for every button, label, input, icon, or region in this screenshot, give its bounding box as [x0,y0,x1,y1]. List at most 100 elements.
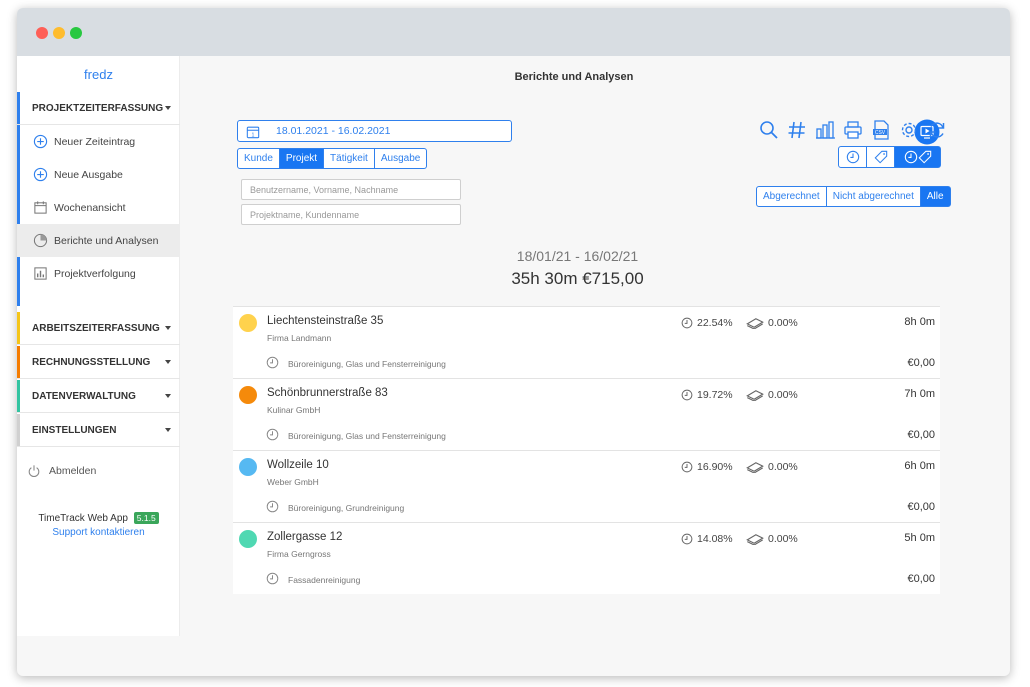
project-name: Schönbrunnerstraße 83 [267,387,388,399]
bar-chart-icon [34,267,47,280]
section-arbeitszeiterfassung: ARBEITSZEITERFASSUNG [17,312,180,345]
list-item[interactable]: Liechtensteinstraße 35 Firma Landmann Bü… [233,306,940,378]
caret-down-icon [165,106,171,110]
section-header-rechnungsstellung[interactable]: RECHNUNGSSTELLUNG [17,346,180,379]
hours-total: 7h 0m [904,388,935,400]
clock-icon [681,389,693,401]
tab-kunde[interactable]: Kunde [237,148,280,169]
sidebar-item-label: Neue Ausgabe [54,168,123,181]
username[interactable]: fredz [17,67,180,82]
section-header-einstellungen[interactable]: EINSTELLUNGEN [17,414,180,447]
tab-ausgabe[interactable]: Ausgabe [373,148,428,169]
sidebar-item-berichte-und-analysen[interactable]: Berichte und Analysen [17,224,180,257]
support-link[interactable]: Support kontaktieren [17,527,180,538]
time-mode-button[interactable] [838,146,867,168]
clock-icon [681,461,693,473]
clock-icon [681,317,693,329]
project-filter-input[interactable]: Projektname, Kundenname [241,204,461,225]
svg-text:CSV: CSV [875,130,886,136]
hours-total: 8h 0m [904,316,935,328]
time-and-price-mode-button[interactable] [894,146,941,168]
section-projektzeiterfassung: PROJEKTZEITERFASSUNG Neuer Zeiteintrag N… [17,92,180,306]
section-header-arbeitszeiterfassung[interactable]: ARBEITSZEITERFASSUNG [17,312,180,345]
search-icon[interactable] [755,119,783,141]
maximize-window-button[interactable] [70,27,82,39]
project-name: Wollzeile 10 [267,459,329,471]
section-rechnungsstellung: RECHNUNGSSTELLUNG [17,346,180,379]
date-range-picker[interactable]: 1 18.01.2021 - 16.02.2021 [237,120,512,142]
section-datenverwaltung: DATENVERWALTUNG [17,380,180,413]
money-percentage: 0.00% [746,533,798,545]
calendar-icon [34,201,47,214]
tab-alle[interactable]: Alle [919,186,951,207]
caret-down-icon [165,360,171,364]
money-icon [746,462,764,473]
tab-nicht-abgerechnet[interactable]: Nicht abgerechnet [825,186,921,207]
tag-icon [874,150,887,164]
app-version: TimeTrack Web App 5.1.5 [17,512,180,524]
sidebar-item-label: Neuer Zeiteintrag [54,135,136,148]
list-item[interactable]: Zollergasse 12 Firma Gerngross Fassadenr… [233,522,940,594]
clock-icon [266,572,279,585]
amount-total: €0,00 [907,429,935,441]
sidebar-item-label: Wochenansicht [54,201,126,214]
billing-filter-tabs: Abgerechnet Nicht abgerechnet Alle [756,186,951,207]
customer-name: Firma Landmann [267,333,332,343]
list-item[interactable]: Wollzeile 10 Weber GmbH Büroreinigung, G… [233,450,940,522]
version-badge: 5.1.5 [133,512,159,524]
clock-icon [266,428,279,441]
tab-projekt[interactable]: Projekt [278,148,325,169]
toolbar: CSV [755,119,951,141]
title-bar [17,8,1010,56]
project-name: Zollergasse 12 [267,531,343,543]
activity-list: Büroreinigung, Grundreinigung [288,503,405,513]
main-content: Berichte und Analysen 1 18.01.2021 - 16.… [181,56,1010,636]
caret-down-icon [165,326,171,330]
hash-icon[interactable] [783,119,811,141]
money-icon [746,534,764,545]
customer-name: Firma Gerngross [267,549,331,559]
plus-circle-icon [33,134,48,149]
sidebar-item-wochenansicht[interactable]: Wochenansicht [17,191,180,224]
logout-button[interactable]: Abmelden [27,464,96,478]
price-mode-button[interactable] [866,146,895,168]
activity-list: Büroreinigung, Glas und Fensterreinigung [288,431,446,441]
user-filter-input[interactable]: Benutzername, Vorname, Nachname [241,179,461,200]
tab-abgerechnet[interactable]: Abgerechnet [756,186,827,207]
activity-list: Fassadenreinigung [288,575,361,585]
money-percentage: 0.00% [746,389,798,401]
group-by-tabs: Kunde Projekt Tätigkeit Ausgabe [237,148,428,169]
clock-icon [681,533,693,545]
customer-name: Kulinar GmbH [267,405,321,415]
app-window: fredz PROJEKTZEITERFASSUNG Neuer Zeitein… [17,8,1010,676]
value-mode-toggle [838,146,941,168]
csv-icon[interactable]: CSV [867,119,895,141]
clock-icon [846,150,859,164]
calendar-icon: 1 [246,126,260,138]
summary-date-range: 18/01/21 - 16/02/21 [516,248,639,264]
project-color-dot [239,314,257,332]
minimize-window-button[interactable] [53,27,65,39]
list-item[interactable]: Schönbrunnerstraße 83 Kulinar GmbH Büror… [233,378,940,450]
gear-icon[interactable] [895,119,923,141]
section-header-projektzeiterfassung[interactable]: PROJEKTZEITERFASSUNG [17,92,180,125]
section-einstellungen: EINSTELLUNGEN [17,414,180,447]
clock-icon [266,500,279,513]
section-header-datenverwaltung[interactable]: DATENVERWALTUNG [17,380,180,413]
report-list: Liechtensteinstraße 35 Firma Landmann Bü… [233,306,940,594]
time-percentage: 19.72% [681,389,733,401]
plus-circle-icon [33,167,48,182]
sidebar-item-neue-ausgabe[interactable]: Neue Ausgabe [17,158,180,191]
money-icon [746,318,764,329]
bar-chart-icon[interactable] [811,119,839,141]
time-percentage: 16.90% [681,461,733,473]
power-icon [28,465,40,478]
print-icon[interactable] [839,119,867,141]
sidebar-item-neuer-zeiteintrag[interactable]: Neuer Zeiteintrag [17,125,180,158]
sidebar-item-projektverfolgung[interactable]: Projektverfolgung [17,257,180,290]
close-window-button[interactable] [36,27,48,39]
sidebar-item-label: Berichte und Analysen [54,234,159,247]
tab-taetigkeit[interactable]: Tätigkeit [323,148,375,169]
customer-name: Weber GmbH [267,477,319,487]
refresh-icon[interactable] [923,119,951,141]
